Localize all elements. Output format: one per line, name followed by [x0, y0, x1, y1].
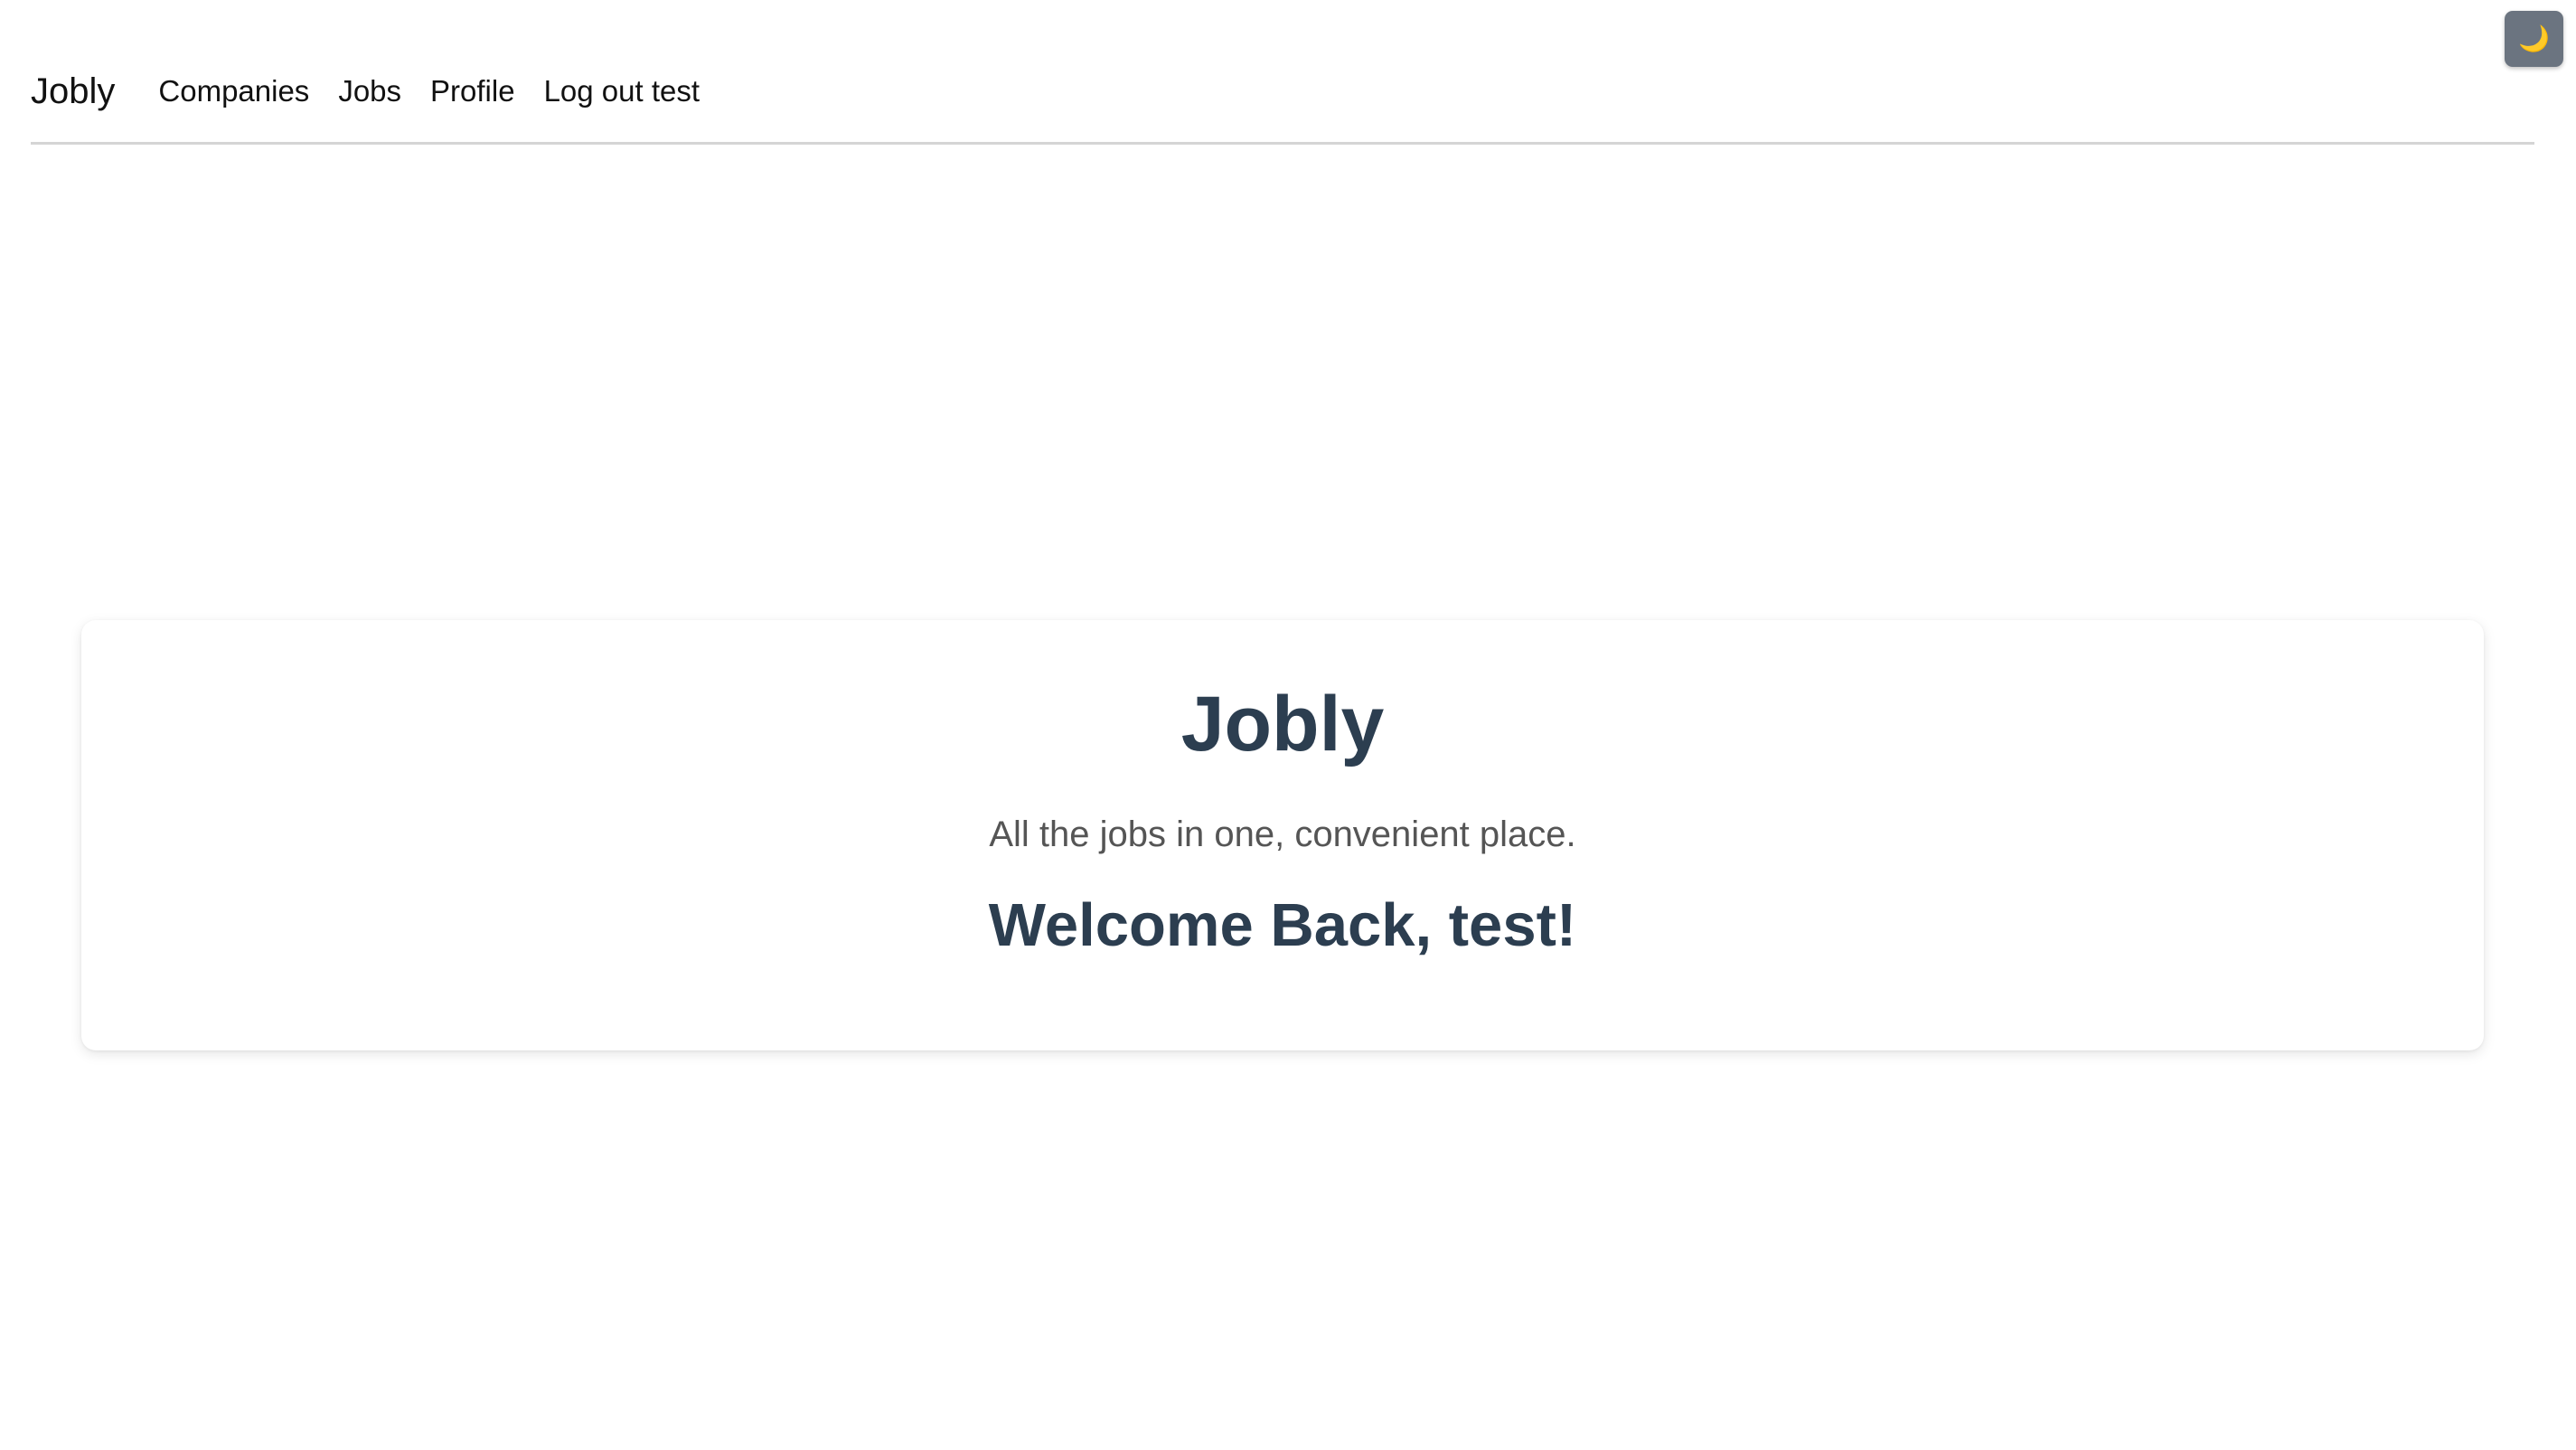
moon-icon: 🌙 [2518, 24, 2550, 53]
hero-tagline: All the jobs in one, convenient place. [989, 814, 1576, 854]
nav-link-jobs[interactable]: Jobs [338, 76, 401, 106]
nav-link-companies[interactable]: Companies [158, 76, 309, 106]
navbar-brand[interactable]: Jobly [31, 73, 115, 109]
hero-card: Jobly All the jobs in one, convenient pl… [81, 620, 2484, 1050]
hero-title: Jobly [1180, 681, 1385, 767]
welcome-message: Welcome Back, test! [988, 891, 1577, 959]
page: 🌙 Jobly Companies Jobs Profile Log out t… [0, 0, 2576, 1450]
navbar: Jobly Companies Jobs Profile Log out tes… [31, 56, 2534, 145]
nav-link-logout[interactable]: Log out test [544, 76, 700, 106]
nav-link-profile[interactable]: Profile [430, 76, 515, 106]
nav-links: Companies Jobs Profile Log out test [158, 56, 729, 106]
